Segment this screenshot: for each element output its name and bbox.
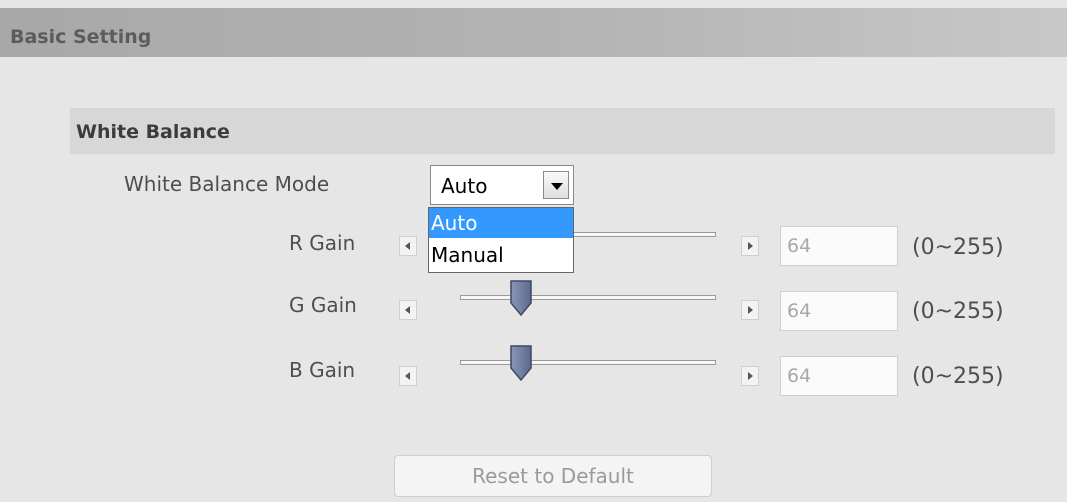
page-header: Basic Setting bbox=[0, 8, 1067, 57]
page-title: Basic Setting bbox=[10, 26, 152, 48]
r-gain-label: R Gain bbox=[289, 231, 356, 255]
r-gain-decrease-icon[interactable] bbox=[399, 236, 417, 256]
reset-to-default-button[interactable]: Reset to Default bbox=[394, 455, 712, 497]
settings-panel: Basic Setting White Balance White Balanc… bbox=[0, 0, 1067, 502]
b-gain-label: B Gain bbox=[289, 358, 356, 382]
option-manual[interactable]: Manual bbox=[429, 240, 573, 270]
section-title: White Balance bbox=[76, 121, 230, 143]
g-gain-label: G Gain bbox=[289, 293, 357, 317]
g-gain-range: (0~255) bbox=[912, 299, 1004, 324]
g-gain-increase-icon[interactable] bbox=[741, 300, 759, 320]
g-gain-value-field[interactable]: 64 bbox=[780, 291, 898, 331]
g-gain-decrease-icon[interactable] bbox=[399, 300, 417, 320]
white-balance-mode-select[interactable]: Auto bbox=[430, 165, 574, 205]
option-auto[interactable]: Auto bbox=[429, 208, 573, 238]
white-balance-section-header: White Balance bbox=[70, 108, 1055, 154]
g-gain-slider-track[interactable] bbox=[460, 295, 716, 300]
b-gain-value-field[interactable]: 64 bbox=[780, 356, 898, 396]
chevron-down-icon[interactable] bbox=[543, 171, 569, 199]
g-gain-slider-thumb[interactable] bbox=[509, 279, 533, 317]
b-gain-slider-thumb[interactable] bbox=[509, 344, 533, 382]
b-gain-range: (0~255) bbox=[912, 364, 1004, 389]
select-value: Auto bbox=[441, 174, 488, 198]
r-gain-range: (0~255) bbox=[912, 235, 1004, 260]
b-gain-decrease-icon[interactable] bbox=[399, 366, 417, 386]
b-gain-increase-icon[interactable] bbox=[741, 366, 759, 386]
white-balance-mode-dropdown: Auto Manual bbox=[428, 207, 574, 273]
b-gain-slider-track[interactable] bbox=[460, 360, 716, 365]
white-balance-mode-label: White Balance Mode bbox=[124, 172, 330, 196]
r-gain-value-field[interactable]: 64 bbox=[780, 226, 898, 266]
r-gain-increase-icon[interactable] bbox=[741, 236, 759, 256]
